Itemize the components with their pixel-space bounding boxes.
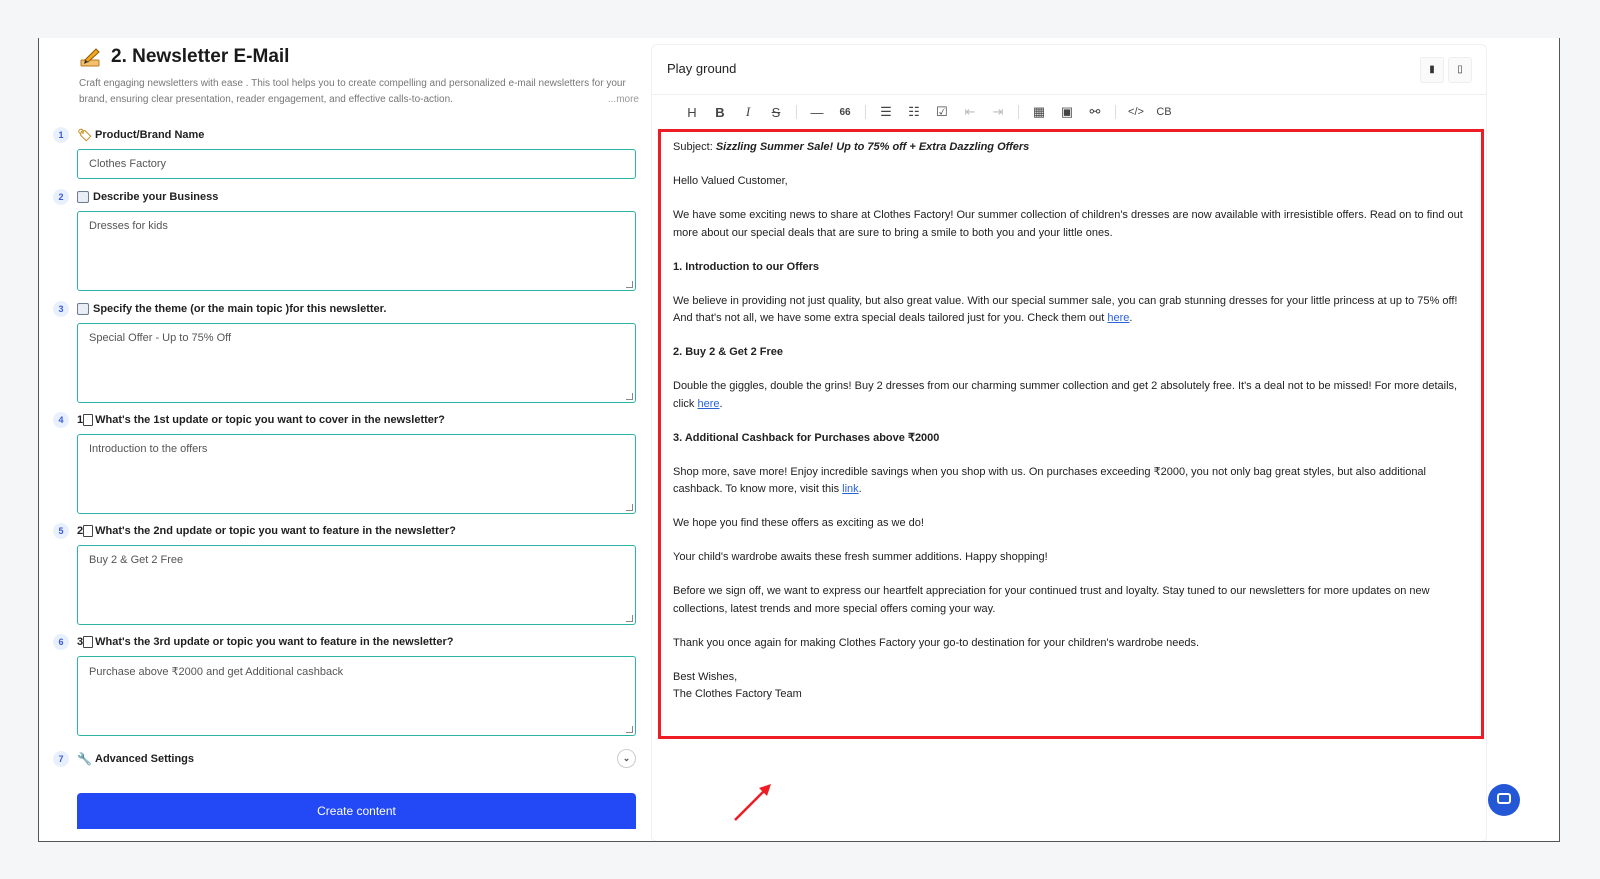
email-paragraph-7: Thank you once again for making Clothes …: [673, 636, 1200, 649]
email-greeting: Hello Valued Customer,: [673, 175, 788, 187]
page-description: Craft engaging newsletters with ease . T…: [79, 76, 639, 107]
playground-title: Play ground: [667, 61, 737, 76]
field-update-1: 4 1 What's the 1st update or topic you w…: [53, 412, 643, 514]
keycap-icon: [83, 636, 94, 648]
email-paragraph-1: We believe in providing not just quality…: [673, 294, 1458, 325]
keycap-icon: [83, 414, 94, 426]
field-theme: 3 Specify the theme (or the main topic )…: [53, 301, 643, 403]
field-label: Describe your Business: [93, 191, 219, 203]
toolbar-divider: [1115, 105, 1116, 119]
business-textarea[interactable]: Dresses for kids: [77, 211, 636, 291]
horizontal-rule-button[interactable]: —: [803, 105, 831, 120]
code-block-button[interactable]: CB: [1150, 106, 1178, 118]
step-number: 6: [53, 634, 69, 650]
tag-icon: 🏷: [77, 128, 93, 142]
field-update-3: 6 3 What's the 3rd update or topic you w…: [53, 634, 643, 736]
update-2-textarea[interactable]: Buy 2 & Get 2 Free: [77, 545, 636, 625]
resize-grip[interactable]: [626, 504, 633, 511]
step-number: 7: [53, 751, 69, 767]
email-signoff: Best Wishes,: [673, 670, 738, 683]
link-icon[interactable]: ⚯: [1081, 104, 1109, 120]
link-link[interactable]: link: [842, 483, 859, 495]
form-panel: 2. Newsletter E-Mail Craft engaging news…: [39, 38, 649, 841]
advanced-settings-toggle[interactable]: 7 🔧 Advanced Settings ⌄: [53, 749, 643, 768]
chat-bubble-icon[interactable]: [1488, 784, 1520, 816]
annotation-arrow-icon: [734, 784, 771, 821]
image-icon[interactable]: ▣: [1053, 104, 1081, 120]
quote-button[interactable]: 66: [831, 107, 859, 118]
chevron-down-icon[interactable]: ⌄: [617, 749, 636, 768]
field-label: What's the 2nd update or topic you want …: [95, 525, 456, 537]
more-link[interactable]: ...more: [608, 92, 639, 108]
page-title: 2. Newsletter E-Mail: [111, 46, 290, 67]
playground-header: Play ground ▮ ▯: [652, 45, 1486, 95]
chart-icon: [77, 191, 89, 203]
here-link[interactable]: here: [1107, 312, 1129, 324]
email-paragraph-2: Double the giggles, double the grins! Bu…: [673, 380, 1458, 410]
writing-hand-icon: [80, 48, 100, 67]
field-label: Product/Brand Name: [95, 129, 205, 141]
update-1-textarea[interactable]: Introduction to the offers: [77, 434, 636, 514]
here-link[interactable]: here: [697, 398, 719, 410]
bold-button[interactable]: B: [706, 105, 734, 120]
code-button[interactable]: </>: [1122, 106, 1150, 118]
email-subject: Subject: Sizzling Summer Sale! Up to 75%…: [673, 141, 1030, 153]
step-number: 5: [53, 523, 69, 539]
outdent-icon[interactable]: ⇤: [956, 104, 984, 120]
toolbar-divider: [1018, 105, 1019, 119]
heading-button[interactable]: H: [678, 105, 706, 120]
indent-icon[interactable]: ⇥: [984, 104, 1012, 120]
brand-name-input[interactable]: Clothes Factory: [77, 149, 636, 179]
italic-button[interactable]: I: [734, 104, 762, 120]
field-label: What's the 1st update or topic you want …: [95, 414, 445, 426]
step-number: 4: [53, 412, 69, 428]
checklist-icon[interactable]: ☑: [928, 104, 956, 120]
email-paragraph-4: We hope you find these offers as excitin…: [673, 517, 924, 529]
keycap-icon: [83, 525, 94, 537]
resize-grip[interactable]: [626, 615, 633, 622]
update-3-textarea[interactable]: Purchase above ₹2000 and get Additional …: [77, 656, 636, 736]
toolbar-divider: [796, 105, 797, 119]
email-heading-1: 1. Introduction to our Offers: [673, 260, 820, 273]
field-update-2: 5 2 What's the 2nd update or topic you w…: [53, 523, 643, 625]
table-icon[interactable]: ▦: [1025, 104, 1053, 120]
resize-grip[interactable]: [626, 393, 633, 400]
wrench-icon: 🔧: [77, 752, 92, 766]
field-brand-name: 1 🏷 Product/Brand Name Clothes Factory: [53, 127, 643, 179]
email-paragraph-3: Shop more, save more! Enjoy incredible s…: [673, 465, 1426, 496]
title-row: 2. Newsletter E-Mail: [79, 46, 289, 68]
strikethrough-button[interactable]: S: [762, 105, 790, 120]
clipboard-icon[interactable]: ▮: [1420, 57, 1444, 83]
email-intro: We have some exciting news to share at C…: [673, 209, 1463, 239]
step-number: 3: [53, 301, 69, 317]
email-paragraph-5: Your child's wardrobe awaits these fresh…: [673, 551, 1048, 563]
app-frame: 2. Newsletter E-Mail Craft engaging news…: [38, 38, 1560, 842]
list-icon: [77, 303, 89, 315]
field-label: Specify the theme (or the main topic )fo…: [93, 303, 387, 315]
field-label: What's the 3rd update or topic you want …: [95, 636, 454, 648]
resize-grip[interactable]: [626, 281, 633, 288]
step-number: 2: [53, 189, 69, 205]
field-business: 2 Describe your Business Dresses for kid…: [53, 189, 643, 291]
playground-panel: Play ground ▮ ▯ H B I S — 66 ☰ ☷ ☑ ⇤ ⇥ ▦…: [651, 44, 1487, 841]
editor-toolbar: H B I S — 66 ☰ ☷ ☑ ⇤ ⇥ ▦ ▣ ⚯ </> CB: [678, 102, 1178, 122]
document-icon[interactable]: ▯: [1448, 57, 1472, 83]
email-heading-2: 2. Buy 2 & Get 2 Free: [673, 346, 784, 358]
email-signature: The Clothes Factory Team: [673, 688, 802, 700]
step-number: 1: [53, 127, 69, 143]
theme-textarea[interactable]: Special Offer - Up to 75% Off: [77, 323, 636, 403]
create-content-button[interactable]: Create content: [77, 793, 636, 829]
advanced-settings-label: Advanced Settings: [95, 753, 195, 765]
email-heading-3: 3. Additional Cashback for Purchases abo…: [673, 431, 940, 444]
bullet-list-icon[interactable]: ☰: [872, 104, 900, 120]
toolbar-divider: [865, 105, 866, 119]
resize-grip[interactable]: [626, 726, 633, 733]
email-editor[interactable]: Subject: Sizzling Summer Sale! Up to 75%…: [658, 129, 1484, 739]
email-paragraph-6: Before we sign off, we want to express o…: [673, 585, 1430, 615]
numbered-list-icon[interactable]: ☷: [900, 104, 928, 120]
